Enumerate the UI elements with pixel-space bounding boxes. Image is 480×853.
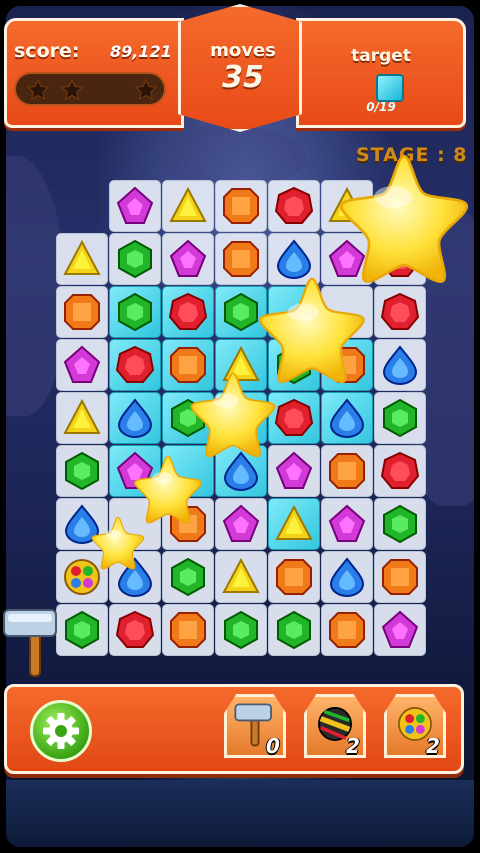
green-gem-icon [224,610,258,650]
board-cell[interactable] [374,392,426,444]
settings-button[interactable] [30,700,92,762]
purple-gem-icon [222,504,260,542]
moves-value: 35 [222,60,264,95]
blue-gem-icon [117,398,153,438]
score-label: score: [14,40,80,62]
board-cell[interactable] [56,339,108,391]
board-cell[interactable] [374,498,426,550]
board-cell[interactable] [109,392,161,444]
board-cell[interactable] [56,445,108,497]
board-cell[interactable] [109,339,161,391]
star-icon [340,154,468,283]
progress-star-icon [60,78,84,101]
board-cell[interactable] [215,551,267,603]
purple-gem-icon [381,610,419,648]
target-count: 0/19 [366,100,396,114]
board-cell[interactable] [162,180,214,232]
blue-gem-icon [329,398,365,438]
target-label: target [351,46,411,66]
purple-gem-icon [169,239,207,277]
target-gem-icon [376,74,404,102]
board-cell[interactable] [321,498,373,550]
green-gem-icon [383,504,417,544]
booster-color-bomb-count: 2 [426,734,440,758]
board-cell[interactable] [56,392,108,444]
board-cell[interactable] [109,233,161,285]
board-cell[interactable] [109,180,161,232]
booster-striped-ball-count: 2 [346,734,360,758]
board-cell[interactable] [374,445,426,497]
board-cell[interactable] [374,604,426,656]
purple-gem-icon [63,345,101,383]
board-cell[interactable] [374,339,426,391]
orange-gem-icon [382,559,418,595]
yellow-gem-icon [275,504,313,540]
purple-gem-icon [328,504,366,542]
booster-hammer-count: 0 [266,734,280,758]
green-gem-icon [118,239,152,279]
purple-gem-icon [116,186,154,224]
orange-gem-icon [329,453,365,489]
board-cell[interactable] [56,286,108,338]
yellow-gem-icon [63,239,101,275]
cave-floor [6,780,474,847]
red-gem-icon [274,398,314,436]
yellow-gem-icon [63,398,101,434]
moves-label: moves [210,40,276,61]
orange-gem-icon [64,294,100,330]
red-gem-icon [115,345,155,383]
board-cell[interactable] [321,604,373,656]
blue-gem-icon [382,345,418,385]
red-gem-icon [168,292,208,330]
board-cell[interactable] [162,233,214,285]
orange-gem-icon [170,612,206,648]
orange-gem-icon [276,559,312,595]
progress-star-icon [134,78,158,101]
green-gem-icon [118,292,152,332]
yellow-gem-icon [169,186,207,222]
board-cell[interactable] [268,604,320,656]
board-cell[interactable] [109,604,161,656]
board-cell[interactable] [268,180,320,232]
board-cell[interactable] [109,286,161,338]
green-gem-icon [383,398,417,438]
gear-icon [43,713,79,749]
progress-star-icon [26,78,50,101]
board-cell[interactable] [162,286,214,338]
yellow-gem-icon [222,557,260,593]
green-gem-icon [171,557,205,597]
cave-rock [166,126,306,186]
green-gem-icon [277,610,311,650]
star-progress-bar [14,72,166,106]
board-cell[interactable] [215,498,267,550]
red-gem-icon [380,292,420,330]
board-cell[interactable] [268,551,320,603]
red-gem-icon [115,610,155,648]
board-cell[interactable] [215,604,267,656]
board-cell[interactable] [56,233,108,285]
orange-gem-icon [329,612,365,648]
purple-gem-icon [275,451,313,489]
red-gem-icon [380,451,420,489]
score-value: 89,121 [110,42,172,61]
board-cell[interactable] [374,286,426,338]
star-icon [91,516,145,570]
board-cell[interactable] [321,445,373,497]
blue-gem-icon [329,557,365,597]
board-cell[interactable] [162,604,214,656]
board-cell[interactable] [215,180,267,232]
hammer-icon [3,609,57,677]
board-cell[interactable] [321,392,373,444]
board-cell[interactable] [321,551,373,603]
red-gem-icon [274,186,314,224]
star-icon [190,372,276,458]
board-cell[interactable] [374,551,426,603]
green-gem-icon [65,451,99,491]
board-cell[interactable] [268,498,320,550]
orange-gem-icon [223,188,259,224]
board-cell[interactable] [162,551,214,603]
